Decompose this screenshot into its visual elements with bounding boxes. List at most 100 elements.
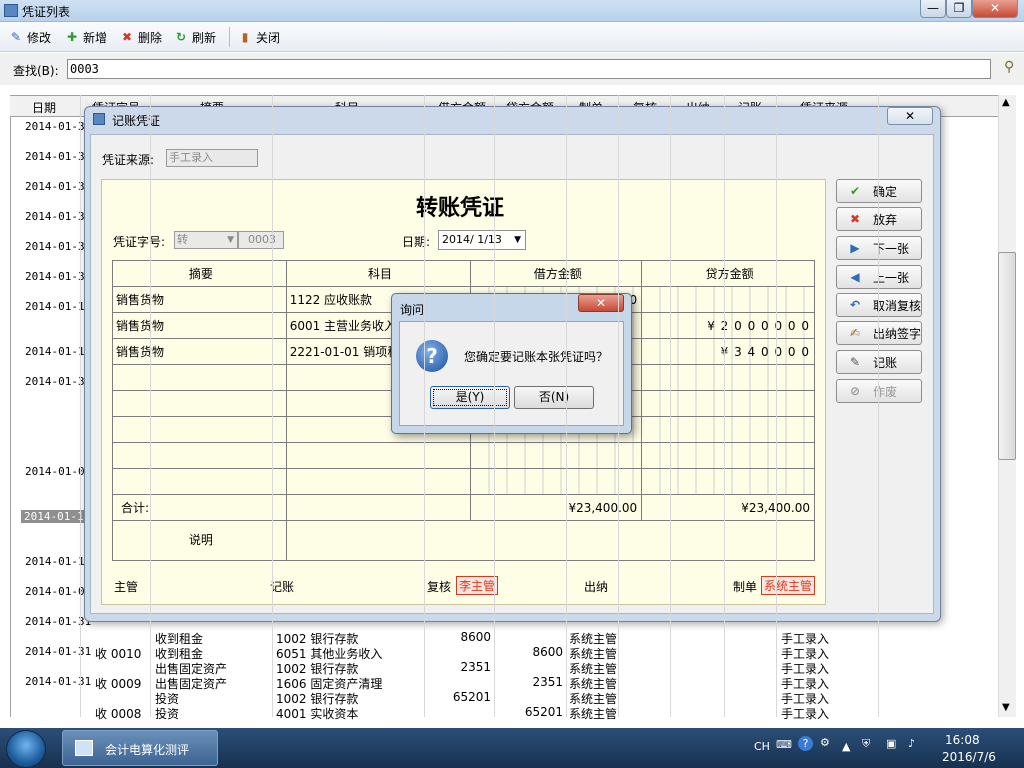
entry-credit[interactable] — [641, 468, 815, 495]
list-credit[interactable]: 65201 — [521, 705, 563, 719]
column-divider — [566, 95, 567, 717]
entry-summary[interactable] — [112, 364, 287, 391]
list-debit[interactable]: 2351 — [451, 660, 491, 674]
entry-summary[interactable] — [112, 416, 287, 443]
list-date[interactable]: 2014-01-31 — [25, 675, 91, 688]
note-field[interactable] — [285, 520, 816, 561]
toolbar-button-label: 修改 — [27, 30, 52, 45]
voucher-button-post[interactable]: ✎ 记账 — [836, 350, 922, 374]
list-date[interactable]: 2014-01-31 — [25, 150, 91, 163]
entry-subject[interactable] — [285, 442, 472, 469]
entry-debit[interactable] — [470, 468, 643, 495]
list-source[interactable]: 手工录入 — [781, 705, 829, 722]
entry-credit[interactable] — [641, 442, 815, 469]
entry-credit[interactable] — [641, 364, 815, 391]
toolbar-button-edit[interactable]: ✎ 修改 — [8, 27, 51, 47]
volume-icon[interactable]: ♪ — [908, 737, 915, 750]
list-summary[interactable]: 投资 — [155, 705, 179, 722]
list-date[interactable]: 2014-01-31 — [25, 210, 91, 223]
voucher-button-undo-review[interactable]: ↶ 取消复核 — [836, 293, 922, 317]
list-date[interactable]: 2014-01-06 — [25, 465, 91, 478]
close-window-button[interactable]: ✕ — [972, 0, 1018, 18]
no-button[interactable]: 否(N) — [514, 386, 594, 409]
start-button[interactable] — [6, 730, 46, 768]
list-date[interactable]: 2014-01-31 — [25, 120, 91, 133]
list-date[interactable]: 2014-01-14 — [25, 300, 91, 313]
list-date[interactable]: 2014-01-03 — [25, 585, 91, 598]
help-icon[interactable]: ? — [798, 736, 813, 751]
entry-summary[interactable] — [112, 390, 287, 417]
toolbar-button-delete[interactable]: ✖ 删除 — [119, 27, 162, 47]
list-debit[interactable]: 65201 — [451, 690, 491, 704]
list-date[interactable]: 2014-01-31 — [25, 615, 91, 628]
list-debit[interactable]: 8600 — [451, 630, 491, 644]
list-date[interactable]: 2014-01-13 — [25, 345, 91, 358]
language-indicator[interactable]: CH — [754, 740, 770, 753]
cashier-label: 出纳 — [584, 580, 609, 594]
voucher-button-next[interactable]: ▶ 下一张 — [836, 236, 922, 260]
column-header[interactable]: 日期 — [32, 99, 56, 116]
list-date[interactable]: 2014-01-31 — [25, 375, 91, 388]
entry-summary[interactable] — [112, 468, 287, 495]
ime-settings-icon[interactable]: ⚙ — [820, 736, 830, 749]
entry-summary[interactable]: 销售货物 — [112, 338, 287, 365]
list-voucher-number[interactable]: 收 0008 — [95, 705, 141, 722]
window-title: 凭证列表 — [22, 5, 71, 19]
date-picker[interactable]: 2014/ 1/13 ▼ — [438, 230, 526, 250]
scroll-thumb[interactable] — [998, 252, 1016, 460]
voucher-button-cancel[interactable]: ✖ 放弃 — [836, 207, 922, 231]
toolbar-button-close-door[interactable]: ▮ 关闭 — [237, 27, 280, 47]
total-credit: ¥23,400.00 — [641, 494, 815, 521]
entry-summary[interactable]: 销售货物 — [112, 286, 287, 313]
entry-credit[interactable] — [641, 390, 815, 417]
entry-credit[interactable] — [641, 416, 815, 443]
list-date[interactable]: 2014-01-31 — [25, 270, 91, 283]
list-subject[interactable]: 4001 实收资本 — [276, 705, 358, 722]
minimize-button[interactable]: — — [920, 0, 946, 18]
voucher-button-label: 取消复核 — [873, 298, 922, 313]
voucher-button-label: 出纳签字 — [873, 326, 922, 341]
filter-icon[interactable]: ⚲ — [1004, 59, 1014, 75]
list-date[interactable]: 2014-01-10 — [25, 555, 91, 568]
entry-credit[interactable]: ¥ 3 4 0 0 0 0 — [641, 338, 815, 365]
toolbar-button-label: 新增 — [83, 30, 108, 45]
list-voucher-number[interactable]: 收 0009 — [95, 675, 141, 692]
entry-credit[interactable]: ¥ 2 0 0 0 0 0 0 — [641, 312, 815, 339]
scroll-up-icon[interactable]: ▲ — [1002, 97, 1010, 108]
entry-summary[interactable] — [112, 442, 287, 469]
entry-summary[interactable]: 销售货物 — [112, 312, 287, 339]
entry-credit[interactable] — [641, 286, 815, 313]
voucher-button-check[interactable]: ✔ 确定 — [836, 179, 922, 203]
list-date[interactable]: 2014-01-31 — [25, 240, 91, 253]
toolbar-button-add[interactable]: ✚ 新增 — [64, 27, 107, 47]
maximize-button[interactable]: ❐ — [946, 0, 972, 18]
clock-time[interactable]: 16:08 — [945, 733, 980, 747]
voucher-button-sign[interactable]: ✍ 出纳签字 — [836, 321, 922, 345]
keyboard-icon[interactable]: ⌨ — [776, 738, 792, 751]
voucher-total-row: 合计: ¥23,400.00¥23,400.00 — [112, 494, 815, 521]
voucher-entry-row[interactable] — [112, 442, 815, 469]
taskbar-app-button[interactable]: 会计电算化测评 — [62, 730, 218, 766]
voucher-button-prev[interactable]: ◀ 上一张 — [836, 265, 922, 289]
list-date[interactable]: 2014-01-31 — [25, 180, 91, 193]
entry-subject[interactable] — [285, 468, 472, 495]
list-date[interactable]: 2014-01-31 — [25, 645, 91, 658]
voucher-entry-row[interactable] — [112, 468, 815, 495]
voucher-close-button[interactable]: ✕ — [887, 107, 933, 125]
list-voucher-number[interactable]: 收 0010 — [95, 645, 141, 662]
show-hidden-icons-icon[interactable]: ▲ — [842, 740, 850, 753]
device-icon[interactable]: ▣ — [886, 737, 896, 750]
scroll-down-icon[interactable]: ▼ — [1002, 702, 1010, 713]
list-credit[interactable]: 2351 — [521, 675, 563, 689]
list-credit[interactable]: 8600 — [521, 645, 563, 659]
entry-debit[interactable] — [470, 442, 643, 469]
shield-icon[interactable]: ⛨ — [862, 737, 870, 751]
next-icon: ▶ — [850, 241, 860, 255]
toolbar-button-refresh[interactable]: ↻ 刷新 — [173, 27, 216, 47]
search-label: 查找(B): — [13, 64, 59, 78]
list-maker[interactable]: 系统主管 — [569, 705, 617, 722]
search-input[interactable] — [67, 59, 991, 79]
clock-date[interactable]: 2016/7/6 — [942, 750, 996, 764]
confirm-body: ? 您确定要记账本张凭证吗？ — [399, 321, 624, 426]
yes-button[interactable]: 是(Y) — [430, 386, 510, 409]
